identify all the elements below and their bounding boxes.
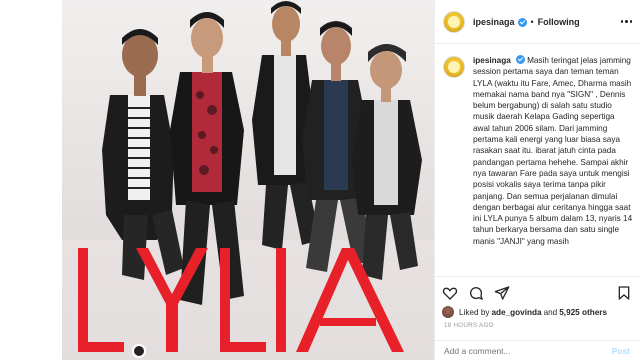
share-icon[interactable] [494,285,510,301]
following-button[interactable]: Following [538,17,580,27]
caption-avatar[interactable] [443,56,465,78]
heart-icon[interactable] [442,285,458,301]
likes-summary: Liked by ade_govinda and 5,925 others [442,306,638,318]
caption-verified-badge-icon [515,55,525,64]
comment-input[interactable] [444,345,612,356]
comment-bar: Post [434,340,640,360]
action-bar [434,276,640,308]
post-timestamp[interactable]: 18 HOURS AGO [444,322,494,329]
verified-badge-icon [517,18,527,27]
likes-connector: and [543,307,558,317]
caption-username[interactable]: ipesinaga [473,56,511,65]
header-separator: • [530,16,534,27]
post-comment-button[interactable]: Post [612,346,630,356]
liker-avatar[interactable] [442,306,454,318]
header-username[interactable]: ipesinaga [473,17,515,27]
caption-body: Masih teringat jelas jamming session per… [473,56,633,246]
lyla-band-logo [78,248,404,352]
tagged-people-icon[interactable] [132,344,146,358]
likes-others-link[interactable]: 5,925 others [559,308,607,317]
post-image[interactable] [62,0,434,360]
liker-username[interactable]: ade_govinda [492,308,542,317]
more-options-icon[interactable] [620,20,632,23]
likes-prefix: Liked by [459,307,490,317]
comment-icon[interactable] [468,285,484,301]
caption-section: ipesinaga Masih teringat jelas jamming s… [443,54,637,266]
user-avatar[interactable] [443,10,465,33]
bookmark-icon[interactable] [616,285,632,301]
post-header: ipesinaga • Following [435,0,640,44]
caption-text: ipesinaga Masih teringat jelas jamming s… [473,54,633,247]
